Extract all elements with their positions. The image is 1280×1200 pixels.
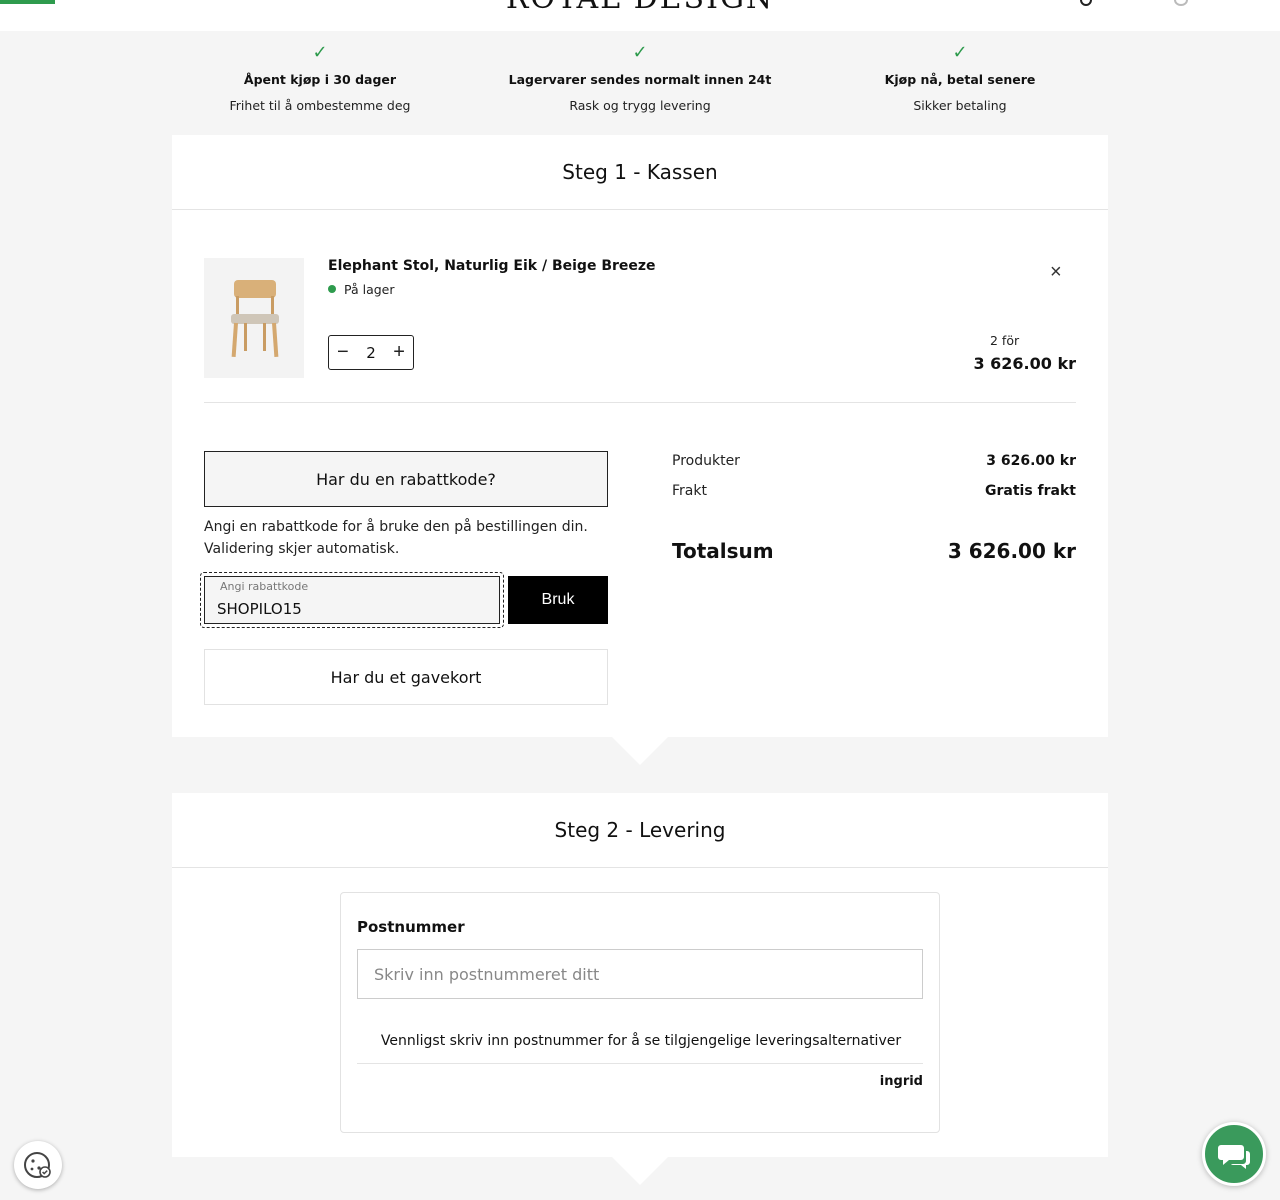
discount-code-label: Angi rabattkode (220, 580, 309, 593)
check-icon: ✓ (952, 42, 968, 63)
chat-button[interactable] (1202, 1122, 1266, 1186)
apply-discount-button[interactable]: Bruk (508, 576, 608, 624)
divider (204, 402, 1076, 403)
summary-total-label: Totalsum (672, 539, 774, 563)
ingrid-logo: ingrid (879, 1074, 923, 1089)
delivery-widget: Postnummer Vennligst skriv inn postnumme… (340, 892, 940, 1133)
delivery-note: Vennligst skriv inn postnummer for å se … (380, 1033, 902, 1049)
summary-products-value: 3 626.00 kr (986, 453, 1076, 469)
checkout-step-2: Steg 2 - Levering Postnummer Vennligst s… (172, 793, 1108, 1157)
usp-open-purchase: ✓ Åpent kjøp i 30 dager Frihet til å omb… (160, 40, 480, 113)
top-bar: ROYAL DESIGN (0, 0, 1280, 31)
discount-code-toggle[interactable]: Har du en rabattkode? (204, 451, 608, 507)
check-icon: ✓ (312, 42, 328, 63)
summary-total-row: Totalsum 3 626.00 kr (672, 539, 1076, 563)
usp-shipping: ✓ Lagervarer sendes normalt innen 24t Ra… (480, 40, 800, 113)
product-image[interactable] (204, 258, 304, 378)
decrease-quantity-button[interactable]: − (337, 341, 349, 364)
postcode-input[interactable] (357, 949, 923, 999)
stock-status: På lager (328, 282, 395, 297)
step-2-title: Steg 2 - Levering (172, 793, 1108, 868)
item-price: 3 626.00 kr (973, 354, 1076, 373)
step-1-title: Steg 1 - Kassen (172, 135, 1108, 210)
chair-icon (231, 280, 279, 358)
discount-code-box: Angi rabattkode (204, 576, 500, 624)
step-connector-arrow (612, 737, 668, 765)
discount-help-line: Validering skjer automatisk. (204, 541, 400, 557)
usp-subtitle: Rask og trygg levering (569, 98, 711, 113)
usp-pay-later: ✓ Kjøp nå, betal senere Sikker betaling (800, 40, 1120, 113)
cookie-settings-button[interactable] (14, 1141, 62, 1189)
quantity-stepper: − 2 + (328, 335, 414, 370)
price-quantity-label: 2 för (990, 333, 1020, 348)
divider (357, 1063, 923, 1064)
summary-products-label: Produkter (672, 453, 740, 469)
summary-shipping-row: Frakt Gratis frakt (672, 483, 1076, 499)
cookie-icon (24, 1152, 51, 1178)
step-connector-arrow (612, 1157, 668, 1185)
summary-shipping-label: Frakt (672, 483, 707, 499)
gift-card-toggle[interactable]: Har du et gavekort (204, 649, 608, 705)
discount-code-field: Angi rabattkode (200, 572, 504, 628)
usp-title: Lagervarer sendes normalt innen 24t (508, 72, 772, 87)
summary-products-row: Produkter 3 626.00 kr (672, 453, 1076, 469)
summary-shipping-value: Gratis frakt (985, 483, 1076, 499)
usp-subtitle: Frihet til å ombestemme deg (229, 98, 411, 113)
discount-help-line: Angi en rabattkode for å bruke den på be… (204, 519, 588, 535)
quantity-value: 2 (366, 343, 376, 362)
usp-title: Kjøp nå, betal senere (884, 72, 1036, 87)
postcode-label: Postnummer (357, 918, 465, 936)
stock-text: På lager (344, 282, 395, 297)
chat-icon (1218, 1145, 1250, 1169)
summary-total-value: 3 626.00 kr (947, 539, 1076, 563)
check-icon: ✓ (632, 42, 648, 63)
usp-title: Åpent kjøp i 30 dager (243, 72, 397, 87)
discount-code-input[interactable] (217, 597, 477, 621)
increase-quantity-button[interactable]: + (393, 341, 405, 364)
remove-item-button[interactable]: × (1050, 261, 1062, 284)
product-name[interactable]: Elephant Stol, Naturlig Eik / Beige Bree… (328, 258, 656, 274)
checkout-step-1: Steg 1 - Kassen Elephant Stol, Naturlig … (172, 135, 1108, 737)
in-stock-dot-icon (328, 285, 336, 293)
discount-help-text: Angi en rabattkode for å bruke den på be… (204, 516, 614, 560)
usp-subtitle: Sikker betaling (913, 98, 1007, 113)
